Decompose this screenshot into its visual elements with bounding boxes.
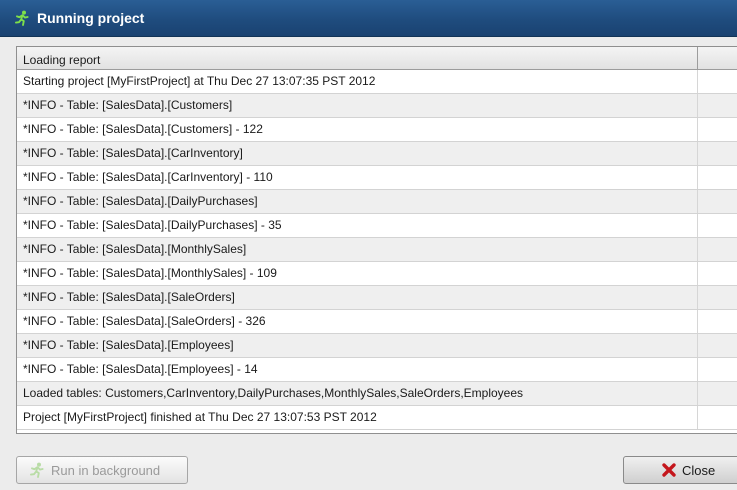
close-label: Close bbox=[682, 462, 716, 478]
table-row[interactable]: *INFO - Table: [SalesData].[Customers] bbox=[17, 94, 737, 118]
row-text: *INFO - Table: [SalesData].[SaleOrders] … bbox=[17, 310, 698, 333]
row-text: *INFO - Table: [SalesData].[Employees] bbox=[17, 334, 698, 357]
row-text: *INFO - Table: [SalesData].[MonthlySales… bbox=[17, 262, 698, 285]
loading-report-table[interactable]: Loading report Starting project [MyFirst… bbox=[16, 46, 737, 434]
table-row[interactable]: *INFO - Table: [SalesData].[CarInventory… bbox=[17, 142, 737, 166]
row-text: *INFO - Table: [SalesData].[SaleOrders] bbox=[17, 286, 698, 309]
table-row[interactable]: Starting project [MyFirstProject] at Thu… bbox=[17, 70, 737, 94]
row-text: *INFO - Table: [SalesData].[Customers] bbox=[17, 94, 698, 117]
close-button[interactable]: Close bbox=[623, 456, 737, 484]
table-row[interactable]: *INFO - Table: [SalesData].[Employees] -… bbox=[17, 358, 737, 382]
column-header-loading-report[interactable]: Loading report bbox=[17, 47, 698, 69]
table-row[interactable]: *INFO - Table: [SalesData].[SaleOrders] … bbox=[17, 310, 737, 334]
report-header: Loading report bbox=[17, 47, 737, 70]
report-rows: Starting project [MyFirstProject] at Thu… bbox=[17, 70, 737, 430]
running-man-icon bbox=[29, 462, 45, 478]
row-text: *INFO - Table: [SalesData].[DailyPurchas… bbox=[17, 190, 698, 213]
table-row[interactable]: *INFO - Table: [SalesData].[Customers] -… bbox=[17, 118, 737, 142]
table-row[interactable]: *INFO - Table: [SalesData].[MonthlySales… bbox=[17, 238, 737, 262]
running-man-icon bbox=[14, 10, 30, 26]
row-text: *INFO - Table: [SalesData].[CarInventory… bbox=[17, 142, 698, 165]
row-text: *INFO - Table: [SalesData].[CarInventory… bbox=[17, 166, 698, 189]
row-text: Loaded tables: Customers,CarInventory,Da… bbox=[17, 382, 698, 405]
row-text: *INFO - Table: [SalesData].[MonthlySales… bbox=[17, 238, 698, 261]
table-row[interactable]: *INFO - Table: [SalesData].[SaleOrders] bbox=[17, 286, 737, 310]
run-in-background-button[interactable]: Run in background bbox=[16, 456, 188, 484]
table-row[interactable]: *INFO - Table: [SalesData].[CarInventory… bbox=[17, 166, 737, 190]
table-row[interactable]: *INFO - Table: [SalesData].[Employees] bbox=[17, 334, 737, 358]
close-icon bbox=[661, 462, 677, 478]
row-text: Starting project [MyFirstProject] at Thu… bbox=[17, 70, 698, 93]
table-row[interactable]: *INFO - Table: [SalesData].[DailyPurchas… bbox=[17, 190, 737, 214]
table-row[interactable]: *INFO - Table: [SalesData].[MonthlySales… bbox=[17, 262, 737, 286]
running-project-dialog: Running project Loading report Starting … bbox=[0, 0, 737, 490]
title-bar: Running project bbox=[0, 0, 737, 37]
run-in-background-label: Run in background bbox=[51, 462, 161, 478]
row-text: *INFO - Table: [SalesData].[Customers] -… bbox=[17, 118, 698, 141]
column-header-extra bbox=[698, 47, 737, 69]
table-row[interactable]: Project [MyFirstProject] finished at Thu… bbox=[17, 406, 737, 430]
row-text: *INFO - Table: [SalesData].[DailyPurchas… bbox=[17, 214, 698, 237]
table-row[interactable]: *INFO - Table: [SalesData].[DailyPurchas… bbox=[17, 214, 737, 238]
table-row[interactable]: Loaded tables: Customers,CarInventory,Da… bbox=[17, 382, 737, 406]
row-text: *INFO - Table: [SalesData].[Employees] -… bbox=[17, 358, 698, 381]
window-title: Running project bbox=[37, 10, 145, 26]
row-text: Project [MyFirstProject] finished at Thu… bbox=[17, 406, 698, 429]
